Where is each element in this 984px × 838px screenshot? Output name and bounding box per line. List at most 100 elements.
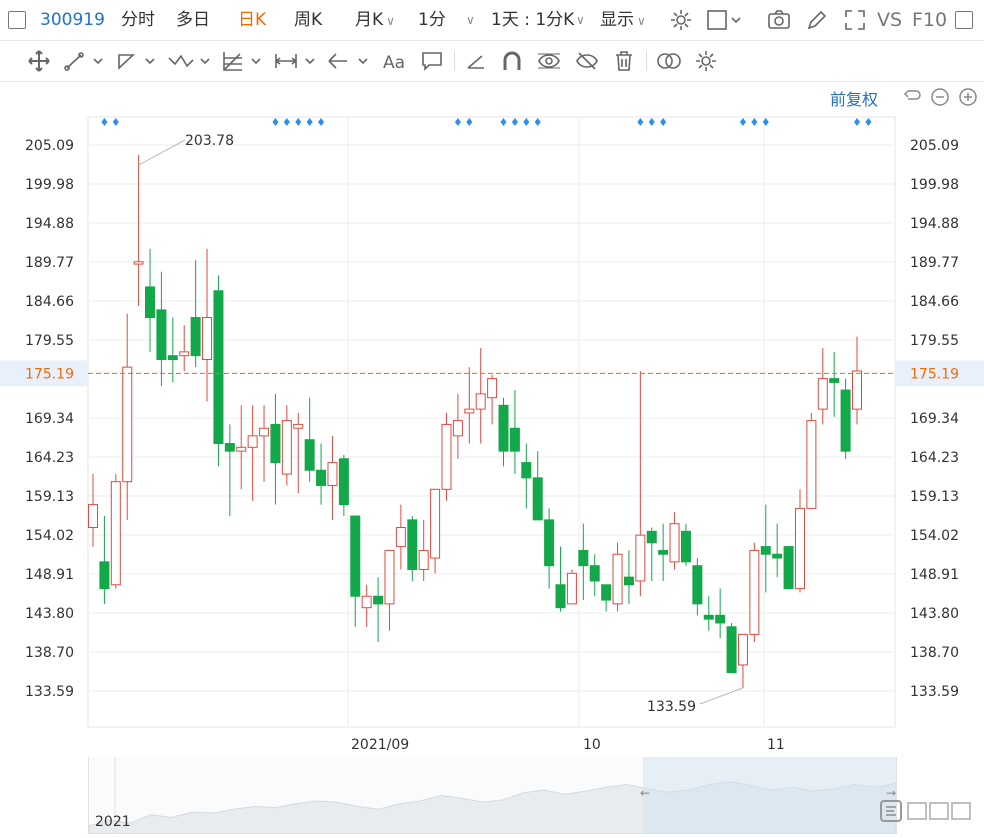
navigator-right-handle-icon[interactable]: → — [886, 786, 896, 800]
y-tick-label: 138.70 — [910, 645, 959, 661]
candle — [829, 351, 840, 417]
candle — [464, 367, 475, 444]
candle-body — [509, 427, 520, 452]
candle — [783, 546, 794, 590]
candle — [509, 390, 520, 475]
candle-body — [338, 458, 349, 506]
candle-body — [737, 633, 748, 666]
range-navigator[interactable] — [88, 757, 897, 835]
candle-body — [224, 443, 235, 452]
y-tick-label: 189.77 — [25, 255, 74, 271]
navigator-left-handle-icon[interactable]: ← — [640, 786, 650, 800]
y-tick-label: 159.13 — [25, 489, 74, 505]
y-tick-label: 154.02 — [25, 528, 74, 544]
candle-body — [498, 404, 509, 452]
candle-body — [270, 423, 281, 464]
navigator-selection — [643, 757, 896, 834]
y-tick-label: 184.66 — [910, 294, 959, 310]
candle-body — [749, 549, 760, 635]
candle-body — [658, 549, 669, 555]
signal-dot — [751, 118, 758, 126]
candle-body — [407, 519, 418, 571]
signal-dot — [295, 118, 302, 126]
candle-body — [589, 565, 600, 582]
y-tick-label: 179.55 — [910, 333, 959, 349]
y-tick-label: 189.77 — [910, 255, 959, 271]
candle-body — [213, 290, 224, 445]
candle — [202, 248, 213, 402]
candle-body — [418, 549, 429, 571]
candle-body — [430, 488, 441, 559]
candle — [441, 412, 452, 501]
signal-dot — [112, 118, 119, 126]
x-tick-label: 2021/09 — [351, 737, 409, 753]
signal-dot — [511, 118, 518, 126]
candle — [566, 569, 577, 605]
max-annotation: 203.78 — [185, 133, 234, 149]
candle-body — [692, 565, 703, 605]
candle-body — [441, 423, 452, 490]
candle-body — [464, 408, 475, 414]
candle — [338, 454, 349, 517]
candle — [737, 633, 748, 688]
candle — [281, 405, 292, 486]
candle — [407, 516, 418, 581]
candle — [384, 549, 395, 631]
candle-body — [247, 435, 258, 448]
candle-body — [145, 286, 156, 319]
y-tick-label: 199.98 — [25, 177, 74, 193]
y-tick-label: 138.70 — [25, 645, 74, 661]
signal-dot — [534, 118, 541, 126]
signal-dot — [306, 118, 313, 126]
y-tick-label: 133.59 — [25, 684, 74, 700]
y-tick-label: 148.91 — [25, 567, 74, 583]
candle-body — [840, 389, 851, 452]
candle-body — [794, 507, 805, 590]
candle — [532, 451, 543, 521]
candle-body — [852, 370, 862, 410]
candle — [635, 370, 646, 597]
y-tick-label: 164.23 — [910, 450, 959, 466]
candle — [760, 504, 771, 593]
candle-body — [327, 462, 338, 487]
y-tick-label: 164.23 — [25, 450, 74, 466]
candle-body — [578, 549, 589, 567]
candle — [304, 397, 315, 482]
candle-body — [99, 561, 110, 590]
candle — [224, 424, 235, 517]
candle — [145, 248, 156, 352]
candle — [316, 443, 327, 505]
signal-dot — [523, 118, 530, 126]
candle — [726, 622, 737, 674]
candle-body — [475, 393, 486, 410]
candle — [373, 577, 384, 643]
y-tick-label: 169.34 — [910, 411, 959, 427]
signal-dots — [101, 118, 872, 126]
candle — [270, 393, 281, 505]
candle-body — [133, 261, 144, 265]
min-annotation-leader — [699, 687, 744, 705]
candle-body — [703, 614, 714, 620]
candle — [840, 378, 851, 459]
candle — [555, 546, 566, 612]
candle-body — [350, 515, 361, 597]
candlestick-chart[interactable]: 205.09 199.98 194.88 189.77 184.66 179.55 169.… — [0, 0, 984, 834]
candle-body — [373, 595, 384, 605]
signal-dot — [272, 118, 279, 126]
candle-body — [179, 351, 190, 357]
x-tick-label: 11 — [767, 737, 785, 753]
candle-body — [635, 534, 646, 582]
candle-body — [122, 366, 133, 483]
candle-body — [612, 553, 623, 605]
candle — [806, 412, 817, 509]
candle — [498, 397, 509, 467]
candle-body — [783, 546, 794, 590]
candle-body — [110, 481, 121, 586]
navigator-year: 2021 — [95, 814, 131, 830]
candle — [167, 317, 178, 383]
candle-body — [772, 553, 783, 559]
candle — [612, 542, 623, 612]
candle-body — [760, 546, 771, 555]
candle — [418, 519, 429, 581]
candle-body — [167, 355, 178, 361]
